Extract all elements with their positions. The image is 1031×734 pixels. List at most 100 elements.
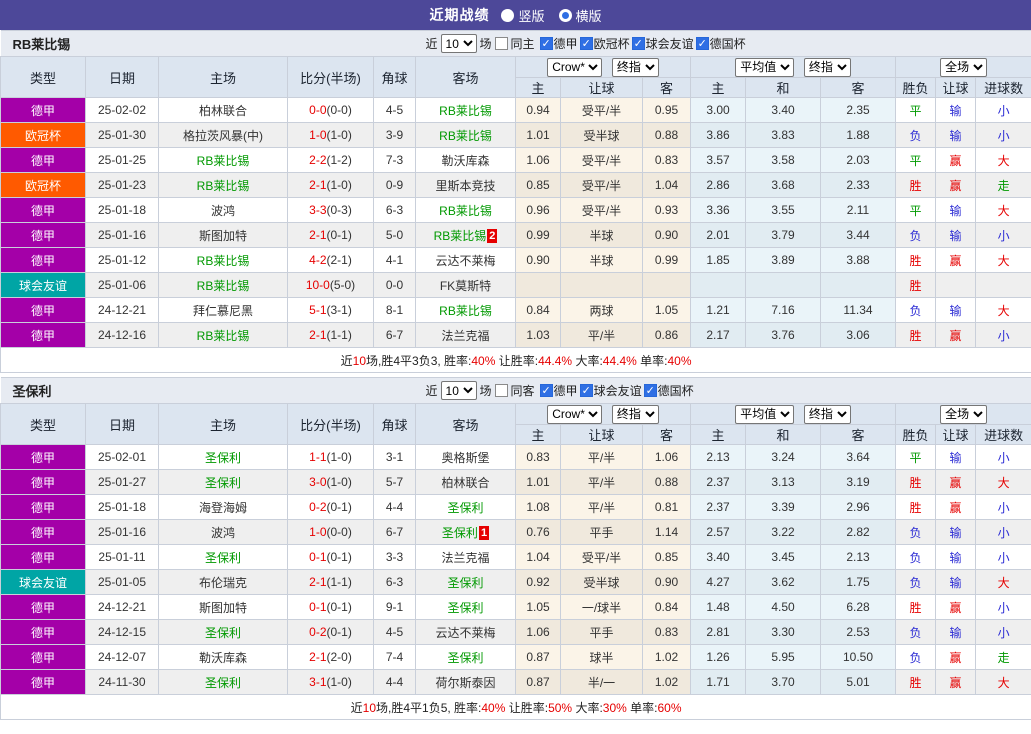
- league-type-badge: 球会友谊: [0, 569, 86, 595]
- fulltime-score: 1-0: [309, 128, 327, 142]
- away-team: RB莱比锡: [415, 122, 516, 148]
- away-team: 柏林联合: [415, 469, 516, 495]
- same-venue-checkbox[interactable]: [494, 384, 508, 397]
- fulltime-score: 0-0: [309, 103, 327, 117]
- bookmaker-select[interactable]: Crow*: [547, 404, 603, 424]
- odds-home: 0.96: [515, 197, 561, 223]
- league-checkbox[interactable]: [579, 36, 593, 50]
- odds-away: 0.83: [642, 147, 691, 173]
- score-cell: 3-1(1-0): [287, 669, 374, 695]
- sub-outcome: 胜负: [895, 77, 936, 98]
- sub-handicap: 让球: [560, 77, 643, 98]
- match-date: 24-12-15: [85, 619, 159, 645]
- match-row: 球会友谊 25-01-06 RB莱比锡 10-0(5-0) 0-0 FK莫斯特 …: [0, 272, 1031, 298]
- sub-goals: 进球数: [974, 424, 1031, 445]
- avg-home: 3.57: [690, 147, 746, 173]
- scope-dropdown-cell: 全场: [894, 56, 1031, 78]
- score-cell: 0-1(0-1): [287, 594, 374, 620]
- summary-row: 近10场,胜4平3负3, 胜率:40% 让胜率:44.4% 大率:44.4% 单…: [0, 347, 1031, 373]
- avg-home: 2.57: [690, 519, 746, 545]
- summary-segment: 让胜率:: [495, 353, 539, 368]
- match-row: 德甲 25-01-16 波鸿 1-0(0-0) 6-7 圣保利 1 0.76 平手…: [0, 519, 1031, 545]
- away-team: RB莱比锡: [415, 97, 516, 123]
- summary-segment: 让胜率:: [505, 700, 549, 715]
- summary-segment: 44.4%: [538, 353, 573, 368]
- away-team: RB莱比锡: [415, 197, 516, 223]
- avg-home: 1.71: [690, 669, 746, 695]
- league-checkbox[interactable]: [631, 36, 645, 50]
- result-handicap: 赢: [935, 594, 976, 620]
- odds-handicap: 受半球: [560, 569, 643, 595]
- final-odds-select-2[interactable]: 终指: [803, 57, 851, 77]
- horizontal-layout-radio[interactable]: [558, 8, 572, 22]
- final-odds-select[interactable]: 终指: [611, 404, 659, 424]
- score-cell: 3-0(1-0): [287, 469, 374, 495]
- match-count-select[interactable]: 10: [440, 34, 477, 53]
- corner-count: 6-3: [373, 569, 416, 595]
- sub-goals: 进球数: [974, 77, 1031, 98]
- league-checkbox[interactable]: [695, 36, 709, 50]
- fulltime-score: 4-2: [309, 253, 327, 267]
- result-outcome: 平: [895, 97, 936, 123]
- match-row: 德甲 25-02-01 圣保利 1-1(1-0) 3-1 奥格斯堡 0.83 平…: [0, 444, 1031, 470]
- scope-select[interactable]: 全场: [940, 404, 988, 424]
- scope-select[interactable]: 全场: [940, 57, 988, 77]
- odds-away: 0.88: [642, 469, 691, 495]
- avg-away: 2.96: [820, 494, 896, 520]
- fulltime-score: 0-1: [309, 550, 327, 564]
- away-team: RB莱比锡: [415, 297, 516, 323]
- score-cell: 1-1(1-0): [287, 444, 374, 470]
- sub-avg-draw: 和: [745, 77, 821, 98]
- league-type-badge: 欧冠杯: [0, 172, 86, 198]
- score-cell: 1-0(0-0): [287, 519, 374, 545]
- fulltime-score: 0-2: [309, 500, 327, 514]
- summary-segment: 10: [352, 353, 367, 368]
- summary-line: 近10场,胜4平1负5, 胜率:40% 让胜率:50% 大率:30% 单率:60…: [351, 701, 682, 715]
- home-team: 斯图加特: [158, 594, 288, 620]
- home-team: 圣保利: [158, 444, 288, 470]
- halftime-score: (2-1): [326, 253, 352, 267]
- league-checkbox[interactable]: [643, 383, 657, 397]
- layout-radio-group: 竖版 横版: [501, 6, 602, 25]
- league-type-badge: 德甲: [0, 247, 86, 273]
- match-date: 24-12-21: [85, 594, 159, 620]
- sub-handicap-result: 让球: [935, 424, 976, 445]
- bookmaker-select[interactable]: Crow*: [547, 57, 603, 77]
- vertical-layout-radio[interactable]: [501, 8, 515, 22]
- card-count-badge: 1: [478, 525, 490, 540]
- col-corner: 角球: [373, 56, 416, 98]
- league-checkbox[interactable]: [579, 383, 593, 397]
- home-team: 圣保利: [158, 669, 288, 695]
- sub-avg-away: 客: [820, 424, 896, 445]
- average-select[interactable]: 平均值: [735, 404, 795, 424]
- home-team: 圣保利: [158, 544, 288, 570]
- result-outcome: 负: [895, 519, 936, 545]
- corner-count: 5-7: [373, 469, 416, 495]
- match-count-select[interactable]: 10: [440, 381, 477, 400]
- league-checkbox[interactable]: [539, 36, 553, 50]
- league-checkbox[interactable]: [539, 383, 553, 397]
- result-outcome: 负: [895, 222, 936, 248]
- sub-avg-draw: 和: [745, 424, 821, 445]
- halftime-score: (1-0): [326, 675, 352, 689]
- result-outcome: 负: [895, 297, 936, 323]
- odds-away: 0.90: [642, 222, 691, 248]
- average-select[interactable]: 平均值: [735, 57, 795, 77]
- score-cell: 2-1(1-0): [287, 172, 374, 198]
- final-odds-select-2[interactable]: 终指: [803, 404, 851, 424]
- same-venue-checkbox[interactable]: [494, 37, 508, 50]
- avg-home: 3.40: [690, 544, 746, 570]
- odds-away: 0.85: [642, 544, 691, 570]
- result-goals: 大: [974, 147, 1031, 173]
- col-score: 比分(半场): [287, 403, 374, 445]
- final-odds-select[interactable]: 终指: [611, 57, 659, 77]
- odds-home: 1.08: [515, 494, 561, 520]
- home-team: RB莱比锡: [158, 272, 288, 298]
- odds-home: 1.06: [515, 147, 561, 173]
- odds-away: 0.93: [642, 197, 691, 223]
- home-team: 斯图加特: [158, 222, 288, 248]
- league-type-badge: 德甲: [0, 469, 86, 495]
- avg-draw: 7.16: [745, 297, 821, 323]
- result-handicap: 输: [935, 197, 976, 223]
- fulltime-score: 3-3: [309, 203, 327, 217]
